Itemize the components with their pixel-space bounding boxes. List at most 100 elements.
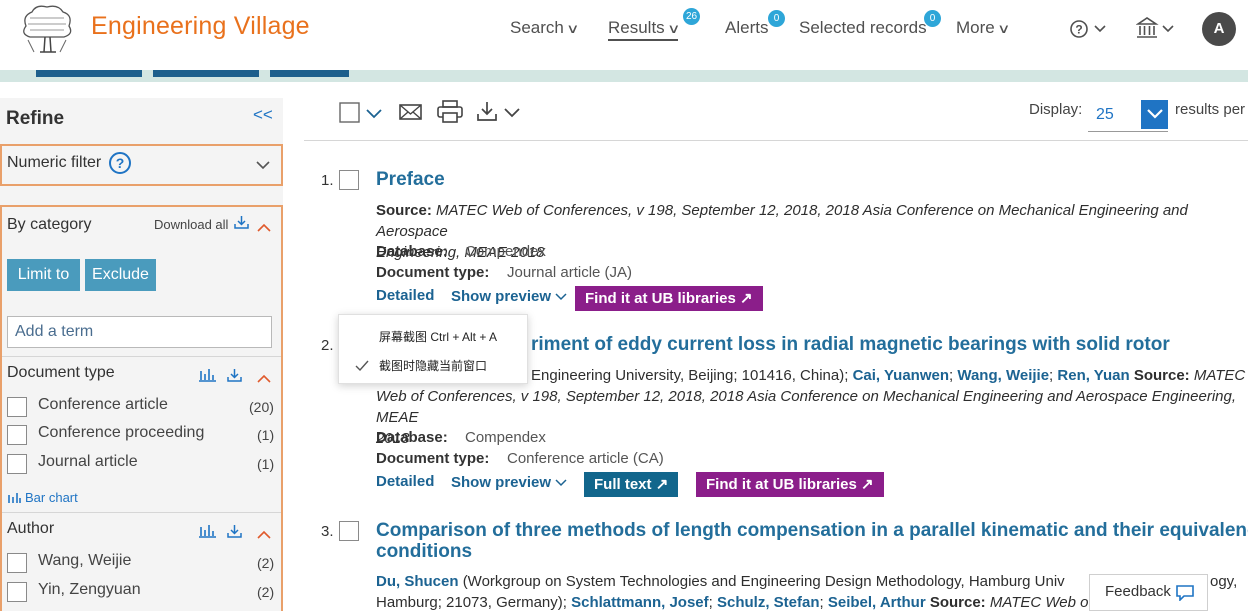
help-icon[interactable]: ? [109,152,131,174]
result-title[interactable]: Preface [376,169,445,191]
email-icon[interactable] [399,103,422,126]
source-text: MATEC [1193,367,1246,384]
nav-more[interactable]: More ∨ [956,18,1010,38]
chevron-up-icon[interactable] [257,526,271,544]
facet-count: (1) [257,456,275,472]
nav-results-label: Results [608,18,665,37]
download-icon [477,102,520,121]
result-authors: Du, Shucen (Workgroup on System Technolo… [376,571,1065,592]
show-preview-label: Show preview [451,288,552,305]
elsevier-tree-logo [18,4,76,54]
print-icon[interactable] [437,100,463,129]
chevron-down-icon [1146,109,1163,119]
exclude-button[interactable]: Exclude [85,259,156,291]
bar-chart-icon[interactable] [199,524,217,543]
chat-icon [1176,585,1194,601]
limit-to-button[interactable]: Limit to [7,259,80,291]
find-it-button[interactable]: Find it at UB libraries ↗ [696,472,884,497]
facet-label: Wang, Weijie [38,552,132,569]
chevron-down-icon: ∨ [565,21,580,36]
find-it-label: Find it at UB libraries [706,476,857,493]
download-menu[interactable] [477,101,523,128]
download-all-link[interactable]: Download all [154,217,228,232]
svg-text:?: ? [1075,23,1082,37]
facet-checkbox[interactable] [7,425,27,445]
download-icon[interactable] [227,524,242,543]
result-checkbox[interactable] [339,521,359,541]
affiliation: (Workgroup on System Technologies and En… [462,573,1065,590]
result-title-cont[interactable]: conditions [376,541,472,563]
header-tab-3[interactable] [270,70,349,77]
checkmark-icon [355,358,369,376]
doctype-label: Document type: [376,264,490,281]
find-it-button[interactable]: Find it at UB libraries ↗ [575,286,763,311]
chevron-down-icon: ∨ [666,21,681,36]
nav-results[interactable]: Results ∨ [608,18,681,41]
chevron-down-icon [555,479,567,487]
detailed-link[interactable]: Detailed [376,473,434,490]
author-link[interactable]: Seibel, Arthur [828,594,926,611]
chevron-down-icon [555,293,567,301]
database-value: Compendex [465,243,546,260]
nav-more-label: More [956,18,995,37]
facet-checkbox[interactable] [7,553,27,573]
author-link[interactable]: Schulz, Stefan [717,594,820,611]
screenshot-menu-item[interactable]: 屏幕截图 Ctrl + Alt + A [379,328,497,345]
detailed-link[interactable]: Detailed [376,287,434,304]
result-authors: Engineering University, Beijing; 101416,… [531,367,1246,384]
author-link[interactable]: Cai, Yuanwen [853,367,949,384]
author-link[interactable]: Ren, Yuan [1057,367,1129,384]
institution-menu[interactable] [1135,16,1178,42]
affiliation: Engineering University, Beijing; 101416,… [531,367,849,384]
facet-label: Conference proceeding [38,424,205,441]
nav-search[interactable]: Search ∨ [510,18,580,38]
collapse-sidebar-button[interactable]: << [253,105,273,125]
show-preview-label: Show preview [451,474,552,491]
facet-checkbox[interactable] [7,454,27,474]
document-type-heading: Document type [7,364,115,381]
author-link[interactable]: Du, Shucen [376,573,459,590]
show-preview-link[interactable]: Show preview [451,474,567,491]
add-term-input[interactable] [7,316,272,348]
chevron-up-icon[interactable] [257,370,271,388]
source-label: Source: [376,202,432,219]
chevron-down-icon[interactable] [256,157,270,175]
result-title[interactable]: riment of eddy current loss in radial ma… [531,334,1170,356]
nav-selected-records[interactable]: Selected records [799,18,927,38]
nav-alerts[interactable]: Alerts [725,18,768,38]
source-label: Source: [929,594,986,611]
results-per-label: results per [1175,101,1246,118]
header-tab-1[interactable] [36,70,142,77]
user-avatar[interactable]: A [1202,12,1236,46]
external-link-icon: ↗ [655,476,669,493]
affiliation-tail: ogy, [1210,573,1238,590]
app-brand-title[interactable]: Engineering Village [91,12,310,41]
bar-chart-link[interactable]: Bar chart [7,490,78,505]
author-link[interactable]: Schlattmann, Josef [571,594,709,611]
hide-window-menu-item[interactable]: 截图时隐藏当前窗口 [379,357,487,374]
full-text-label: Full text [594,476,652,493]
download-icon[interactable] [227,368,242,387]
full-text-button[interactable]: Full text ↗ [584,472,679,497]
display-dropdown-button[interactable] [1141,100,1168,129]
doctype-value: Journal article (JA) [507,264,633,281]
numeric-filter-label: Numeric filter [7,154,102,171]
chevron-up-icon[interactable] [257,219,271,237]
show-preview-link[interactable]: Show preview [451,288,567,305]
author-link[interactable]: Wang, Weijie [957,367,1049,384]
bar-chart-icon[interactable] [199,368,217,387]
bar-chart-label: Bar chart [25,490,78,505]
header-tab-2[interactable] [153,70,259,77]
result-checkbox[interactable] [339,170,359,190]
facet-checkbox[interactable] [7,582,27,602]
select-all-dropdown[interactable] [339,102,383,124]
database-value: Compendex [465,429,546,446]
facet-checkbox[interactable] [7,397,27,417]
help-menu[interactable]: ? [1069,18,1109,42]
feedback-button[interactable]: Feedback [1089,574,1208,611]
download-icon[interactable] [234,215,249,232]
result-title[interactable]: Comparison of three methods of length co… [376,520,1248,542]
external-link-icon: ↗ [861,476,874,493]
selected-count-badge: 0 [924,10,941,27]
database-label: Database: [376,429,448,446]
